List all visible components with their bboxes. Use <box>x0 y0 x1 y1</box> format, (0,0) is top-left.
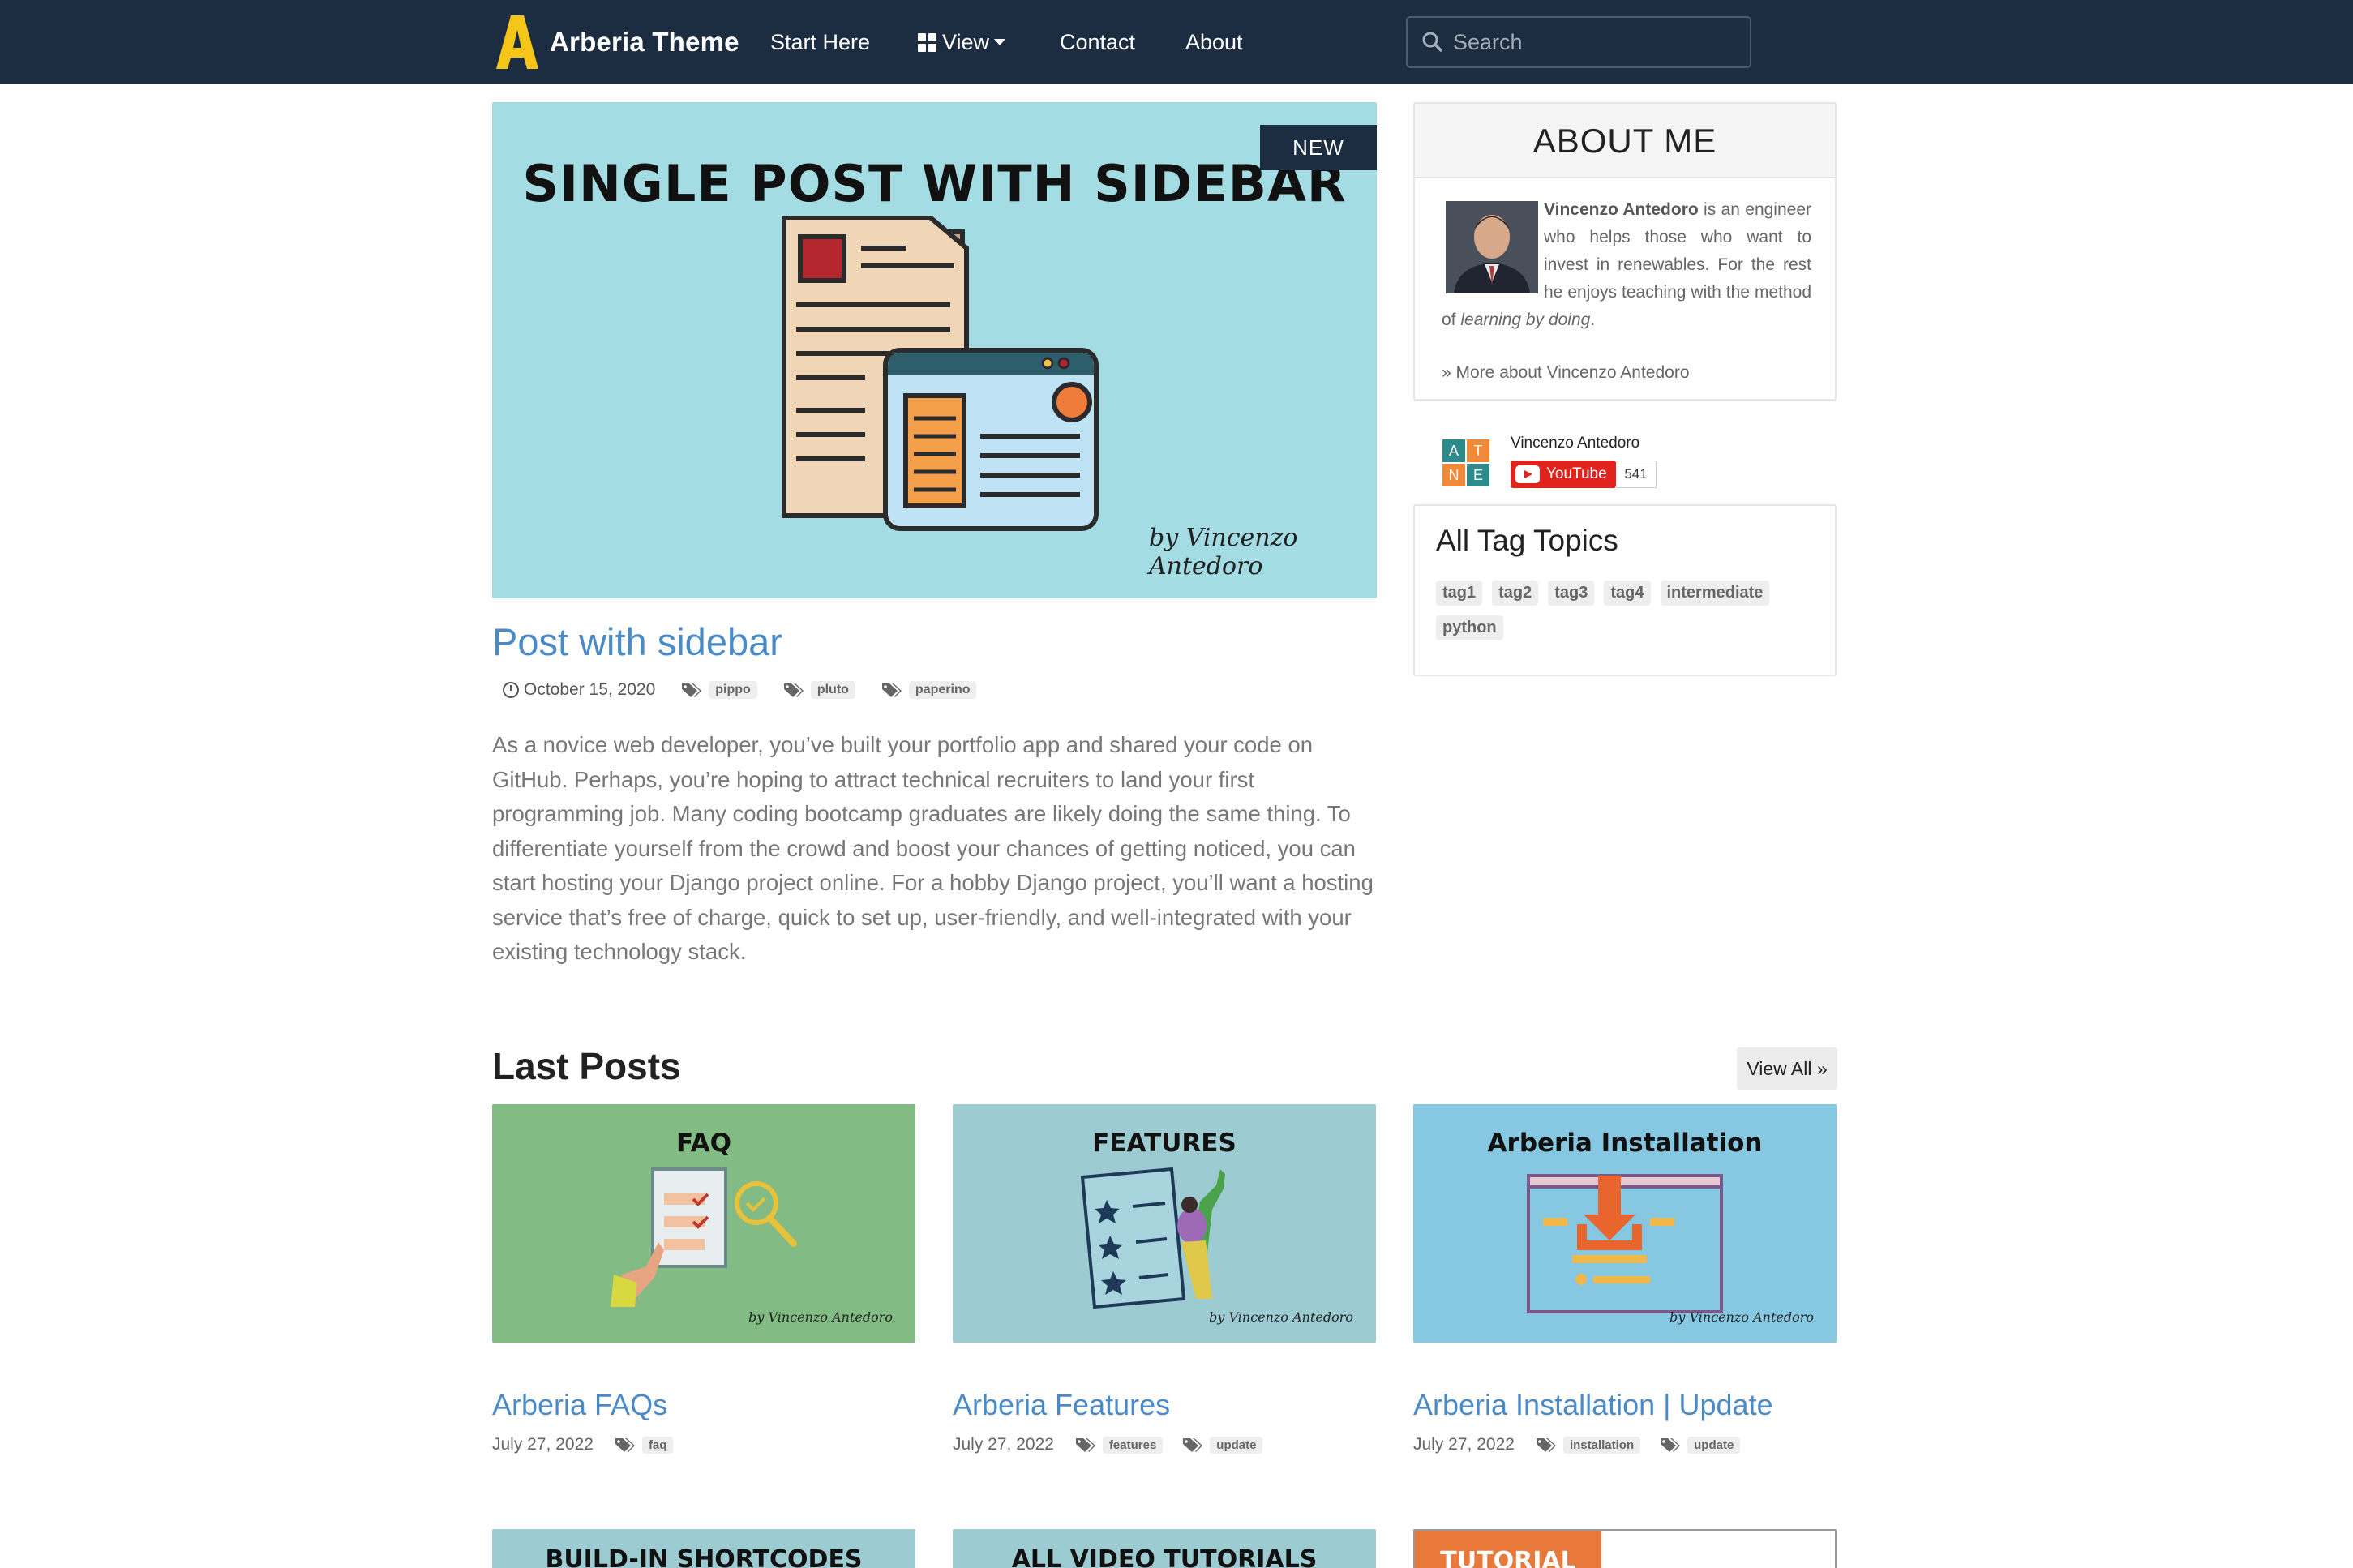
post-tag[interactable]: update <box>1687 1436 1741 1454</box>
installation-post-image[interactable]: Arberia Installation by Vincenzo Antedor… <box>1413 1104 1837 1343</box>
tags-icon <box>783 683 804 697</box>
tags-icon <box>1661 1438 1681 1452</box>
top-navbar: Arberia Theme Start Here View Contact Ab… <box>0 0 2353 84</box>
hero-image-title: SINGLE POST WITH SIDEBAR <box>522 154 1347 213</box>
installation-image-title: Arberia Installation <box>1487 1129 1763 1158</box>
new-badge: NEW <box>1260 125 1377 170</box>
about-bio: Vincenzo Antedoro is an engineer who hel… <box>1442 196 1811 334</box>
installation-post-meta: July 27, 2022 installation update <box>1413 1433 1748 1456</box>
installation-image-signature: by Vincenzo Antedoro <box>1669 1309 1814 1325</box>
video-tutorials-post-image[interactable]: ALL VIDEO TUTORIALS <box>953 1529 1376 1568</box>
channel-logo-icon: A T N E <box>1442 439 1489 486</box>
installation-post-title[interactable]: Arberia Installation | Update <box>1413 1388 1773 1422</box>
documents-illustration <box>782 216 1099 531</box>
tags-icon <box>1536 1438 1556 1452</box>
youtube-button-label: YouTube <box>1546 465 1607 482</box>
tags-icon <box>1075 1438 1095 1452</box>
features-image-signature: by Vincenzo Antedoro <box>1209 1309 1353 1325</box>
featured-post-excerpt: As a novice web developer, you’ve built … <box>492 732 1374 964</box>
tag-topics-title: All Tag Topics <box>1436 524 1618 557</box>
tag-pill[interactable]: tag3 <box>1548 581 1595 606</box>
author-name: Vincenzo Antedoro <box>1544 200 1699 219</box>
logo-letter-e: E <box>1473 467 1483 483</box>
youtube-channel-name[interactable]: Vincenzo Antedoro <box>1511 435 1639 452</box>
faq-image-signature: by Vincenzo Antedoro <box>748 1309 893 1325</box>
post-tag[interactable]: faq <box>641 1436 674 1454</box>
tutorial-post-image[interactable]: TUTORIAL <box>1413 1529 1837 1568</box>
tag-pill[interactable]: python <box>1436 615 1503 640</box>
logo-letter-t: T <box>1474 443 1483 459</box>
brand-name: Arberia Theme <box>550 27 739 57</box>
faq-post-image[interactable]: FAQ by Vincenzo Antedoro <box>492 1104 915 1343</box>
grid-icon <box>918 32 936 52</box>
tags-icon <box>881 683 902 697</box>
faq-image-title: FAQ <box>676 1129 731 1158</box>
featured-tag[interactable]: pippo <box>709 681 757 699</box>
hero-signature: by Vincenzo Antedoro <box>1149 524 1298 581</box>
tag-topics-list: tag1 tag2 tag3 tag4 intermediate python <box>1436 581 1817 640</box>
bio-emphasis: learning by doing <box>1460 311 1591 329</box>
search-box <box>1406 16 1751 68</box>
about-me-heading: ABOUT ME <box>1415 104 1835 178</box>
features-post-meta: July 27, 2022 features update <box>953 1433 1271 1456</box>
tag-pill[interactable]: tag1 <box>1436 581 1483 606</box>
post-tag[interactable]: features <box>1102 1436 1164 1454</box>
faq-post-meta: July 27, 2022 faq <box>492 1433 681 1456</box>
bio-end: . <box>1590 311 1596 329</box>
post-tag[interactable]: installation <box>1562 1436 1641 1454</box>
youtube-subscribe-button[interactable]: YouTube <box>1511 461 1616 488</box>
featured-post-date: October 15, 2020 <box>524 680 656 699</box>
installation-post-date: July 27, 2022 <box>1413 1435 1515 1454</box>
nav-contact[interactable]: Contact <box>1060 28 1135 57</box>
nav-view-label: View <box>942 30 990 54</box>
post-tag[interactable]: update <box>1210 1436 1263 1454</box>
logo-letter-a: A <box>1449 443 1459 459</box>
faq-post-title[interactable]: Arberia FAQs <box>492 1388 667 1422</box>
logo-letter-n: N <box>1449 467 1459 483</box>
featured-tag[interactable]: paperino <box>908 681 977 699</box>
about-me-card: ABOUT ME Vincenzo Antedoro is an enginee… <box>1413 102 1837 401</box>
nav-about[interactable]: About <box>1185 28 1243 57</box>
featured-post-meta: October 15, 2020 pippo pluto paperino <box>503 678 977 702</box>
caret-down-icon <box>994 39 1006 45</box>
youtube-play-icon <box>1515 465 1540 483</box>
tag-topics-card: All Tag Topics tag1 tag2 tag3 tag4 inter… <box>1413 504 1837 676</box>
more-about-link[interactable]: » More about Vincenzo Antedoro <box>1442 363 1690 383</box>
nav-view-dropdown[interactable]: View <box>918 28 1006 57</box>
tag-pill[interactable]: tag4 <box>1604 581 1651 606</box>
features-image-title: FEATURES <box>1092 1129 1237 1158</box>
shortcodes-image-title: BUILD-IN SHORTCODES <box>545 1545 863 1568</box>
tags-icon <box>1183 1438 1203 1452</box>
tutorial-image-title: TUTORIAL <box>1440 1547 1576 1568</box>
subscriber-count: 541 <box>1616 461 1657 488</box>
tags-icon <box>615 1438 635 1452</box>
last-posts-heading: Last Posts <box>492 1045 681 1087</box>
featured-post-image[interactable]: SINGLE POST WITH SIDEBAR NEW by Vincenzo <box>492 102 1377 598</box>
search-input[interactable] <box>1453 29 1737 55</box>
tags-icon <box>682 683 702 697</box>
tag-pill[interactable]: tag2 <box>1492 581 1539 606</box>
brand-link[interactable]: Arberia Theme <box>496 11 739 73</box>
arberia-logo-icon <box>496 15 538 69</box>
features-post-date: July 27, 2022 <box>953 1435 1054 1454</box>
view-all-button[interactable]: View All » <box>1737 1047 1837 1090</box>
search-icon <box>1422 32 1442 52</box>
faq-post-date: July 27, 2022 <box>492 1435 594 1454</box>
shortcodes-post-image[interactable]: BUILD-IN SHORTCODES <box>492 1529 915 1568</box>
video-tutorials-image-title: ALL VIDEO TUTORIALS <box>1011 1545 1318 1568</box>
featured-post-title[interactable]: Post with sidebar <box>492 619 782 664</box>
clock-icon <box>503 682 519 698</box>
nav-start-here[interactable]: Start Here <box>770 28 870 57</box>
features-post-title[interactable]: Arberia Features <box>953 1388 1170 1422</box>
features-post-image[interactable]: FEATURES by Vincenzo Antedoro <box>953 1104 1376 1343</box>
tag-pill[interactable]: intermediate <box>1660 581 1770 606</box>
featured-tag[interactable]: pluto <box>810 681 855 699</box>
